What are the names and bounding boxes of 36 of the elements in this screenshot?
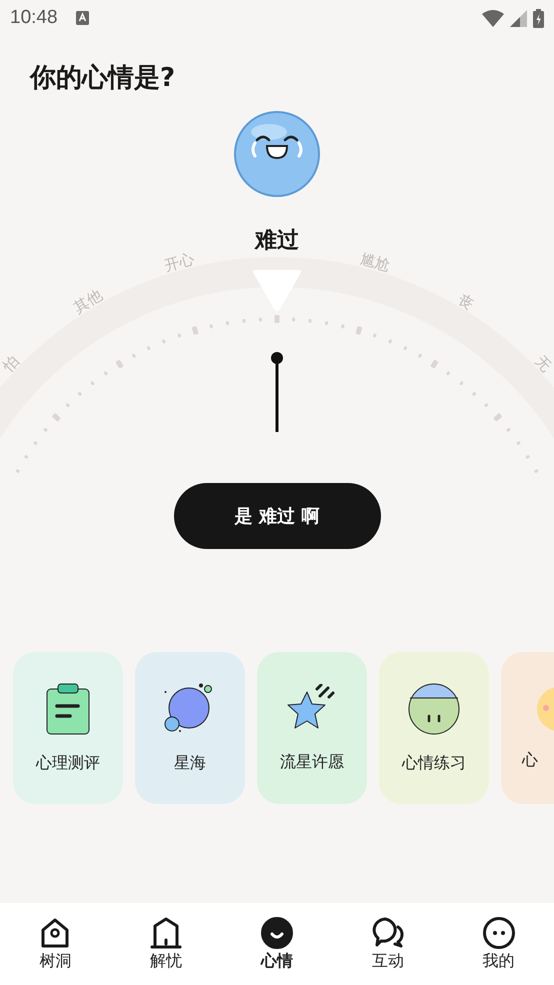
nav-label: 树洞 [39, 950, 72, 972]
card-label: 星海 [174, 752, 206, 774]
nav-tab[interactable]: 互动 [332, 903, 444, 985]
feature-card[interactable]: 心理测评 [13, 652, 123, 804]
nav-tab[interactable]: 解忧 [110, 903, 222, 985]
nav-tab[interactable]: 树洞 [0, 903, 111, 985]
card-label: 心理测评 [36, 752, 100, 774]
nav-label: 解忧 [150, 950, 182, 972]
confirm-button[interactable]: 是 难过 啊 [174, 483, 380, 549]
feature-card[interactable]: 流星许愿 [257, 652, 367, 804]
crying-face-icon [233, 110, 321, 198]
card-label: 心 [522, 750, 538, 770]
feature-card[interactable]: 心 [501, 652, 554, 804]
mood-label: 难过 [255, 227, 299, 255]
feature-card[interactable]: 心情练习 [379, 652, 489, 804]
nav-label: 心情 [260, 950, 293, 972]
nav-tab[interactable]: 我的 [443, 903, 554, 985]
hut-icon [150, 916, 182, 948]
signal-icon [510, 10, 527, 26]
battery-icon [533, 8, 544, 28]
wifi-icon [482, 10, 504, 26]
card-label: 心情练习 [402, 752, 466, 774]
needle-icon [271, 352, 283, 432]
smile-icon [260, 916, 293, 948]
nav-label: 我的 [482, 950, 515, 972]
keyboard-icon [76, 11, 89, 25]
house-icon [39, 916, 72, 948]
card-label: 流星许愿 [280, 752, 344, 772]
status-time: 10:48 [10, 7, 58, 29]
clipboard-icon [46, 682, 90, 734]
feature-card[interactable]: 星海 [135, 652, 245, 804]
face-icon [482, 916, 515, 948]
page-title: 你的心情是? [30, 62, 176, 95]
chat-icon [370, 916, 405, 948]
nav-tab[interactable]: 心情 [222, 903, 332, 985]
nav-label: 互动 [372, 950, 404, 972]
